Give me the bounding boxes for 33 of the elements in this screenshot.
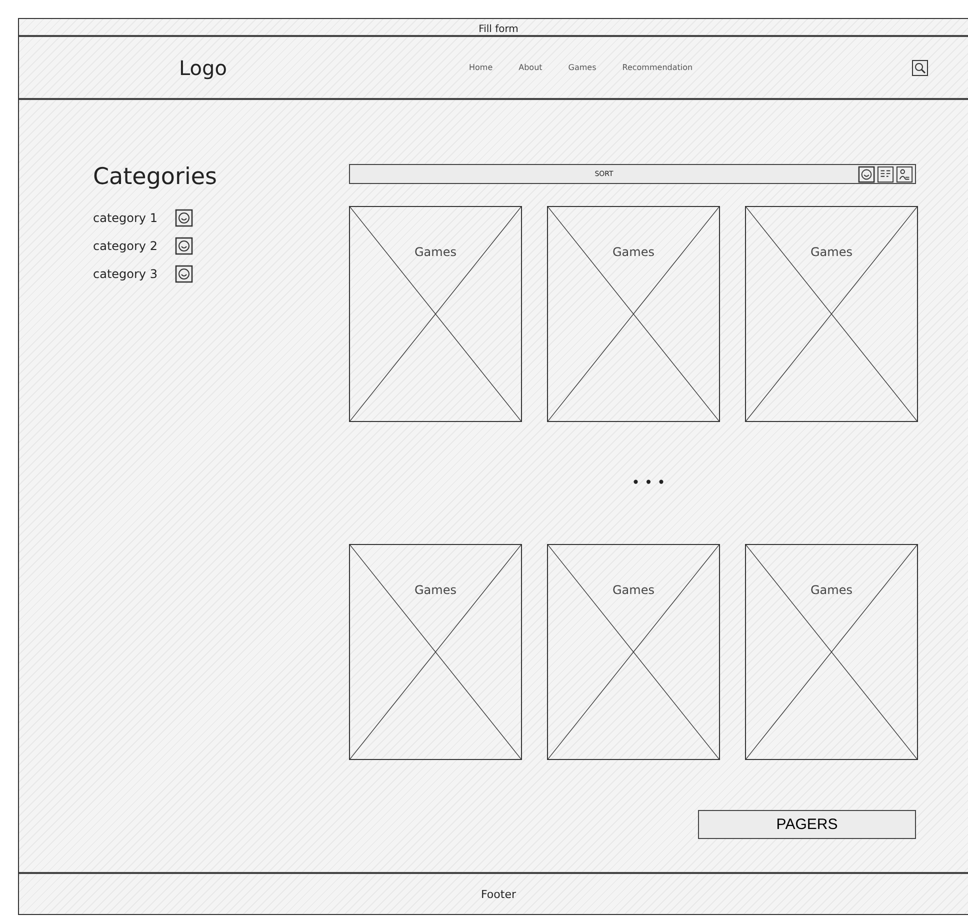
cross-icon xyxy=(746,207,917,421)
cross-icon xyxy=(548,545,719,759)
image-placeholder[interactable]: Games xyxy=(547,206,720,422)
window-title: Fill form xyxy=(478,24,518,35)
game-title: Games xyxy=(414,245,456,259)
pager-button[interactable]: PAGERS xyxy=(698,810,916,839)
game-title: Games xyxy=(612,245,654,259)
image-placeholder[interactable]: Games xyxy=(745,544,918,760)
game-title: Games xyxy=(810,245,852,259)
footer-text: Footer xyxy=(481,888,516,900)
category-link[interactable]: category 1 xyxy=(93,211,163,225)
cross-icon xyxy=(746,545,917,759)
nav-link[interactable]: Home xyxy=(469,63,493,72)
cross-icon xyxy=(350,545,521,759)
nav-link[interactable]: Games xyxy=(568,63,596,72)
nav-link[interactable]: About xyxy=(518,63,542,72)
cross-icon xyxy=(548,207,719,421)
sidebar-title: Categories xyxy=(93,164,218,190)
image-placeholder[interactable]: Games xyxy=(349,206,522,422)
nav-link[interactable]: Recommendation xyxy=(622,63,693,72)
cross-icon xyxy=(350,207,521,421)
image-placeholder[interactable]: Games xyxy=(547,544,720,760)
game-title: Games xyxy=(810,583,852,597)
image-placeholder[interactable]: Games xyxy=(745,206,918,422)
search-icon[interactable] xyxy=(912,60,928,76)
more-indicator: • • • xyxy=(632,475,666,491)
person-icon[interactable] xyxy=(896,166,913,182)
game-title: Games xyxy=(414,583,456,597)
logo[interactable]: Logo xyxy=(179,56,469,80)
category-link[interactable]: category 3 xyxy=(93,267,163,281)
category-link[interactable]: category 2 xyxy=(93,239,163,253)
game-title: Games xyxy=(612,583,654,597)
image-placeholder[interactable]: Games xyxy=(349,544,522,760)
